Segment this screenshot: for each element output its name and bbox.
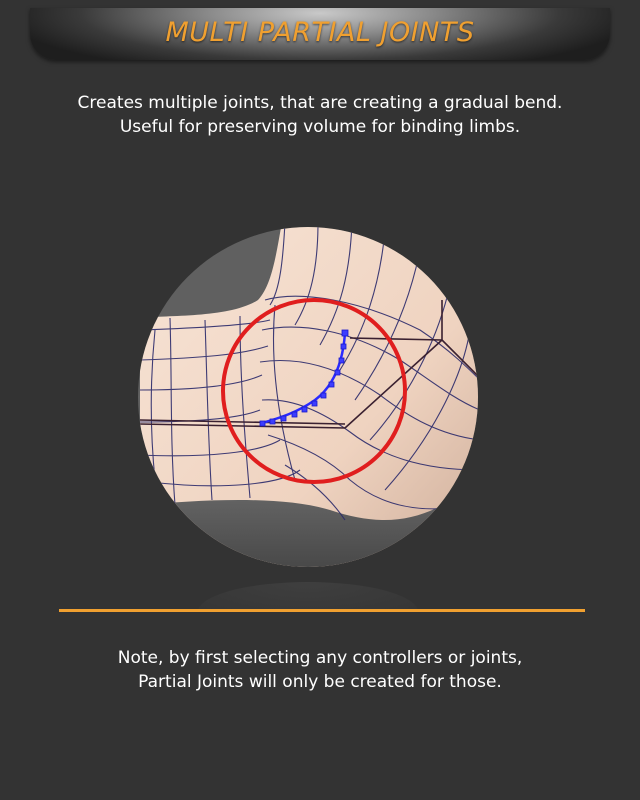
page-title: MULTI PARTIAL JOINTS bbox=[165, 17, 475, 48]
description-line-1: Creates multiple joints, that are creati… bbox=[77, 93, 563, 113]
divider-line bbox=[59, 609, 585, 612]
lens-reflection bbox=[198, 582, 418, 610]
mesh-lens bbox=[138, 227, 478, 567]
description-line-2: Useful for preserving volume for binding… bbox=[119, 117, 521, 137]
description-text: Creates multiple joints, that are creati… bbox=[0, 91, 640, 139]
note-line-2: Partial Joints will only be created for … bbox=[138, 672, 502, 692]
note-text: Note, by first selecting any controllers… bbox=[0, 646, 640, 694]
note-line-1: Note, by first selecting any controllers… bbox=[117, 648, 523, 668]
joint-illustration bbox=[138, 227, 478, 610]
title-banner: MULTI PARTIAL JOINTS bbox=[30, 8, 610, 60]
